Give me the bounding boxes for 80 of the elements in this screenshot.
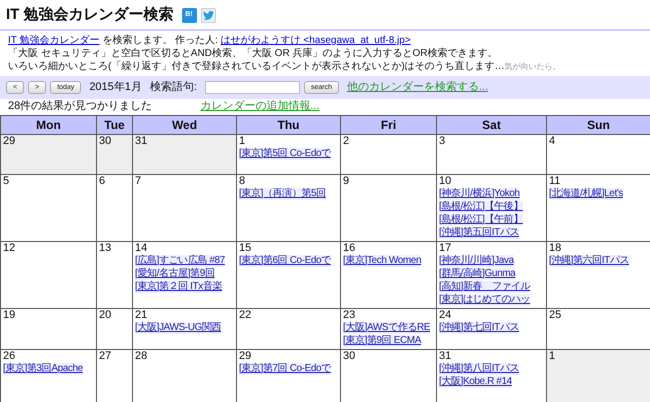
day-number: 4: [549, 135, 556, 148]
day-number: 18: [549, 242, 562, 254]
weekday-header: Fri: [340, 115, 436, 134]
calendar-info-link[interactable]: カレンダーの追加情報...: [200, 98, 320, 115]
day-number: 16: [343, 242, 356, 254]
weekday-header: Sat: [436, 115, 546, 134]
day-number: 14: [135, 242, 148, 254]
day-number: 13: [99, 242, 112, 254]
day-number: 5: [3, 175, 10, 188]
event-link[interactable]: [神奈川/横浜]Yokoh: [439, 188, 520, 200]
day-number: 30: [343, 350, 356, 362]
day-number: 29: [3, 135, 16, 148]
day-number: 11: [549, 175, 562, 188]
event-link[interactable]: [島根/松江]【午後】: [439, 200, 523, 212]
todo-text: いろいろ細かいところ(「繰り返す」付きで登録されているイベントが表示されないとか)はそのうち直します…: [8, 61, 505, 72]
day-number: 12: [3, 242, 16, 254]
day-number: 23: [343, 309, 356, 322]
help-text: 「大阪 セキュリティ」と空白で区切るとAND検索、「大阪 OR 兵庫」のように入力するとOR検索できます。: [8, 47, 498, 60]
day-number: 6: [99, 175, 106, 188]
event-link[interactable]: [東京]（再演）第5回: [239, 188, 326, 200]
day-number: 1: [239, 135, 246, 148]
day-number: 25: [549, 309, 562, 322]
author-link[interactable]: はせがわようすけ <hasegawa at utf-8.jp>: [220, 35, 411, 46]
event-link[interactable]: [東京]第9回 ECMA: [343, 334, 421, 346]
day-number: 28: [135, 350, 148, 362]
event-link[interactable]: [群馬/高崎]Gunma: [439, 268, 516, 280]
day-number: 26: [3, 350, 16, 362]
page-title: IT 勉強会カレンダー検索: [6, 6, 174, 24]
day-number: 31: [439, 350, 452, 362]
day-number: 15: [239, 242, 252, 254]
weekday-header: Thu: [236, 115, 340, 134]
event-link[interactable]: [東京]第２回 ITx音楽: [135, 280, 222, 292]
event-link[interactable]: [愛知/名古屋]第9回: [135, 268, 214, 280]
event-link[interactable]: [東京]第7回 Co-Edoで: [239, 362, 331, 374]
weekday-header: Tue: [96, 115, 132, 134]
day-number: 29: [239, 350, 252, 362]
event-link[interactable]: [東京]Tech Women: [343, 254, 422, 266]
event-link[interactable]: [沖縄]第八回ITパス: [439, 362, 520, 374]
day-number: 27: [99, 350, 112, 362]
day-number: 21: [135, 309, 148, 322]
calendar-link[interactable]: IT 勉強会カレンダー: [8, 35, 100, 46]
weekday-header: Sun: [546, 115, 650, 134]
event-link[interactable]: [広島]すごい広島 #87: [135, 254, 225, 266]
day-number: 30: [99, 135, 112, 148]
event-link[interactable]: [神奈川/川崎]Java: [439, 254, 514, 266]
weekday-header: Wed: [132, 115, 236, 134]
event-link[interactable]: [沖縄]第六回ITパス: [549, 254, 630, 266]
day-number: 2: [343, 135, 350, 148]
weekday-header: Mon: [0, 115, 96, 134]
event-link[interactable]: [東京]はじめてのハッ: [439, 294, 530, 306]
day-number: 22: [239, 309, 252, 322]
day-number: 9: [343, 175, 350, 188]
day-number: 10: [439, 175, 452, 188]
event-link[interactable]: [東京]第5回 Co-Edoで: [239, 148, 331, 160]
day-number: 7: [135, 175, 142, 188]
month-label: 2015年1月: [89, 80, 142, 95]
day-number: 24: [439, 309, 452, 322]
day-number: 8: [239, 175, 246, 188]
day-number: 19: [3, 309, 16, 322]
event-link[interactable]: [大阪]Kobe.R #14: [439, 376, 512, 388]
event-link[interactable]: [東京]第6回 Co-Edoで: [239, 254, 331, 266]
event-link[interactable]: [東京]第3回Apache: [3, 362, 83, 374]
day-number: 20: [99, 309, 112, 322]
day-number: 17: [439, 242, 452, 254]
day-number: 31: [135, 135, 148, 148]
event-link[interactable]: [島根/松江]【午前】: [439, 214, 523, 226]
search-field[interactable]: [204, 80, 300, 94]
event-link[interactable]: [大阪]JAWS-UG関西: [135, 322, 222, 334]
event-link[interactable]: [沖縄]第七回ITパス: [439, 322, 520, 334]
event-link[interactable]: [高知]新春 ファイル: [439, 280, 530, 292]
event-link[interactable]: [大阪]AWSで作るRE: [343, 322, 430, 334]
event-link[interactable]: [北海道/札幌]Let's: [549, 188, 623, 200]
day-number: 1: [549, 350, 556, 362]
day-number: 3: [439, 135, 446, 148]
search-label: 検索語句:: [150, 80, 197, 95]
event-link[interactable]: [沖縄]第五回ITパス: [439, 226, 520, 238]
note-text: 気が向いたら。: [504, 62, 561, 71]
result-count: 28件の結果が見つかりました: [8, 99, 152, 114]
intro-text: IT 勉強会カレンダー を検索します。 作った人: はせがわようすけ <hasegawa at utf-8.jp>: [8, 34, 412, 47]
bird-share-button[interactable]: [200, 8, 216, 22]
